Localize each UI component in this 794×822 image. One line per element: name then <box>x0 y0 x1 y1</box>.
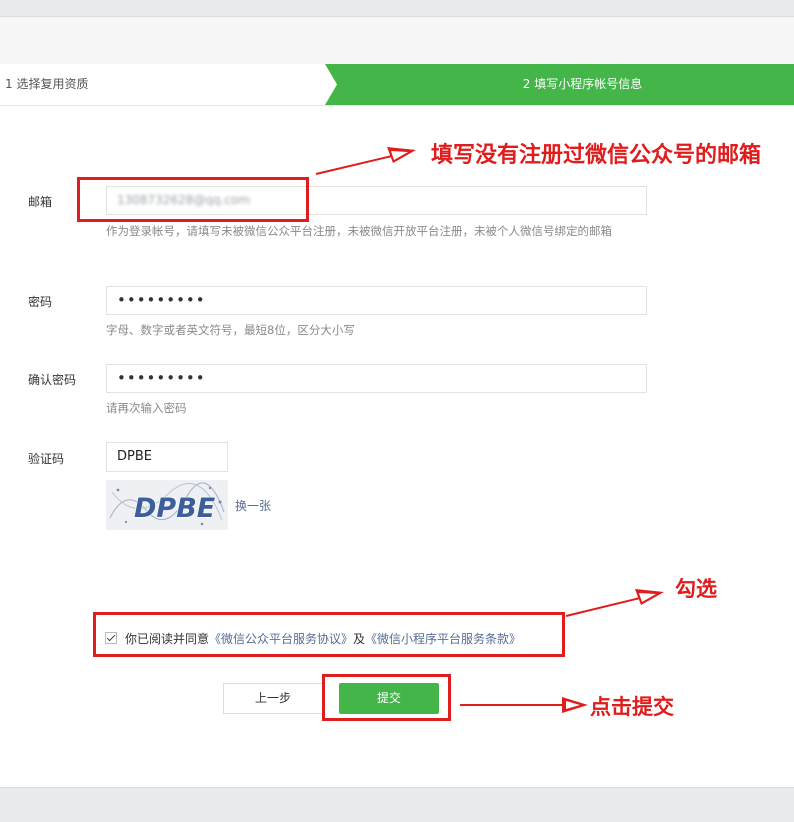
captcha-text: DPBE <box>134 493 216 524</box>
submit-annotation: 点击提交 <box>590 695 674 719</box>
captcha-input[interactable]: DPBE <box>106 442 228 472</box>
submit-arrow-icon <box>460 697 588 713</box>
password-label: 密码 <box>28 295 53 309</box>
captcha-label: 验证码 <box>28 452 65 466</box>
submit-highlight-box <box>322 674 451 721</box>
confirm-password-input[interactable]: ••••••••• <box>106 364 647 393</box>
step-2-active: 2 填写小程序帐号信息 <box>325 64 794 105</box>
prev-step-button[interactable]: 上一步 <box>223 683 323 714</box>
password-hint: 字母、数字或者英文符号，最短8位，区分大小写 <box>106 323 355 337</box>
email-highlight-box <box>77 177 309 222</box>
email-arrow-icon <box>315 147 416 175</box>
confirm-password-label: 确认密码 <box>28 373 77 387</box>
email-hint: 作为登录帐号，请填写未被微信公众平台注册，未被微信开放平台注册，未被个人微信号绑… <box>106 224 612 238</box>
bottom-band <box>0 787 794 822</box>
email-label: 邮箱 <box>28 195 53 209</box>
header-area <box>0 17 794 64</box>
check-annotation: 勾选 <box>675 577 717 601</box>
step-2-label: 2 填写小程序帐号信息 <box>522 77 643 91</box>
top-band <box>0 0 794 17</box>
captcha-image: DPBE <box>106 480 228 530</box>
email-annotation: 填写没有注册过微信公众号的邮箱 <box>431 143 762 168</box>
refresh-captcha-link[interactable]: 换一张 <box>235 497 271 514</box>
step-progress-bar: 1 选择复用资质 2 填写小程序帐号信息 <box>0 64 794 106</box>
check-arrow-icon <box>565 589 664 617</box>
step-1-label: 1 选择复用资质 <box>5 77 89 91</box>
captcha-graphic: DPBE <box>106 480 228 530</box>
confirm-password-hint: 请再次输入密码 <box>106 401 187 415</box>
password-input[interactable]: ••••••••• <box>106 286 647 315</box>
agreement-highlight-box <box>93 612 565 657</box>
